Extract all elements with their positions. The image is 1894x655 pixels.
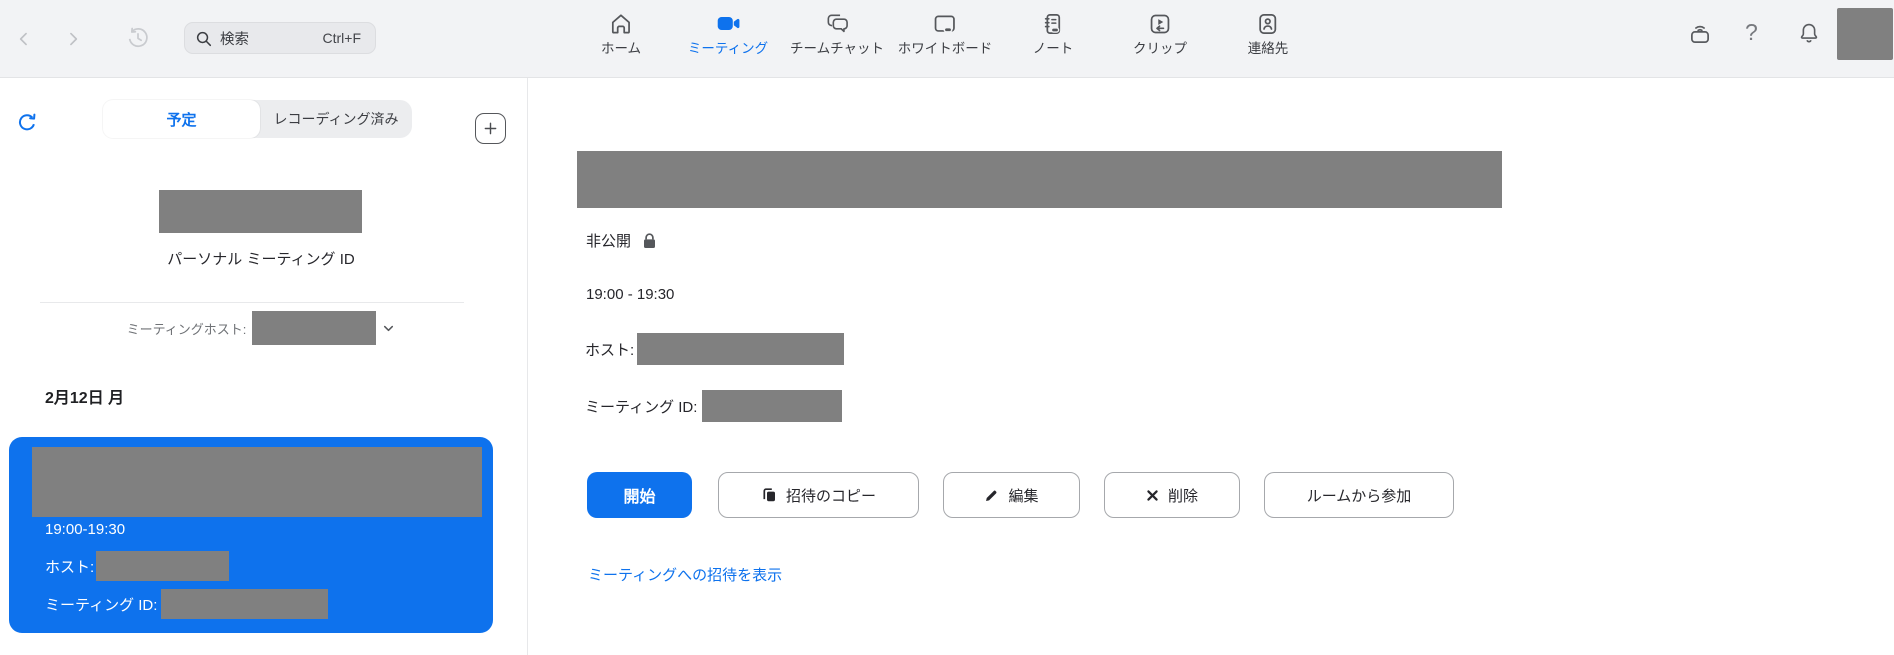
back-arrow-icon[interactable]: [14, 29, 34, 49]
host-label: ホスト:: [45, 556, 94, 577]
notes-icon: [1040, 9, 1066, 38]
meetings-sidebar: 予定 レコーディング済み パーソナル ミーティング ID ミーティングホスト: …: [0, 78, 528, 655]
search-shortcut: Ctrl+F: [323, 30, 362, 46]
video-camera-icon: [714, 9, 741, 38]
tab-meetings[interactable]: ミーティング: [688, 9, 768, 57]
whiteboard-icon: [932, 9, 958, 38]
search-input[interactable]: 検索 Ctrl+F: [184, 22, 376, 54]
meeting-detail-panel: 非公開 19:00 - 19:30 ホスト: ミーティング ID: 開始: [528, 78, 1894, 655]
chevron-down-icon: [382, 322, 395, 335]
tab-team-chat[interactable]: チームチャット: [790, 9, 884, 57]
meeting-time: 19:00-19:30: [45, 521, 125, 538]
meeting-id-label: ミーティング ID:: [585, 396, 697, 417]
redacted-personal-meeting-id: [159, 190, 362, 233]
meeting-host-filter-label: ミーティングホスト:: [127, 319, 247, 338]
top-bar: 検索 Ctrl+F ホーム ミーティング チームチャット: [0, 0, 1894, 78]
copy-invitation-label: 招待のコピー: [786, 485, 876, 506]
tab-home[interactable]: ホーム: [601, 9, 641, 57]
personal-meeting-id-label: パーソナル ミーティング ID: [0, 248, 522, 269]
tab-label: ノート: [1033, 41, 1074, 57]
redacted-meeting-title: [32, 447, 482, 517]
tab-contacts[interactable]: 連絡先: [1248, 9, 1289, 57]
meeting-host-row: ホスト:: [45, 551, 229, 581]
tab-label: 連絡先: [1248, 41, 1289, 57]
delete-button[interactable]: 削除: [1104, 472, 1240, 518]
show-meeting-invitation-link[interactable]: ミーティングへの招待を表示: [588, 564, 782, 585]
forward-arrow-icon[interactable]: [63, 29, 83, 49]
tab-label: ホワイトボード: [898, 41, 993, 57]
redacted-host-name: [252, 311, 376, 345]
meeting-host-filter[interactable]: ミーティングホスト:: [0, 311, 522, 345]
copy-invitation-button[interactable]: 招待のコピー: [718, 472, 919, 518]
privacy-row: 非公開: [586, 230, 657, 251]
avatar[interactable]: [1837, 8, 1893, 60]
delete-label: 削除: [1168, 485, 1198, 506]
tab-label: チームチャット: [790, 41, 884, 57]
redacted-host-name: [637, 333, 844, 365]
join-from-room-button[interactable]: ルームから参加: [1264, 472, 1454, 518]
tab-whiteboard[interactable]: ホワイトボード: [898, 9, 993, 57]
tab-label: ホーム: [601, 41, 641, 57]
date-header: 2月12日 月: [45, 384, 124, 408]
add-meeting-button[interactable]: [475, 113, 506, 144]
help-icon[interactable]: ?: [1745, 19, 1758, 45]
redacted-meeting-title: [577, 151, 1502, 208]
start-button-label: 開始: [623, 483, 655, 507]
meeting-id-row: ミーティング ID:: [585, 390, 842, 422]
lock-icon: [642, 232, 657, 250]
meeting-list-item[interactable]: 19:00-19:30 ホスト: ミーティング ID:: [9, 437, 493, 633]
tab-label: ミーティング: [688, 41, 768, 57]
redacted-meeting-id: [702, 390, 842, 422]
clips-icon: [1147, 9, 1173, 38]
start-button[interactable]: 開始: [587, 472, 692, 518]
tab-clips[interactable]: クリップ: [1133, 9, 1187, 57]
connect-device-icon[interactable]: [1687, 20, 1713, 46]
meeting-time-range: 19:00 - 19:30: [586, 286, 674, 303]
meeting-id-row: ミーティング ID:: [45, 589, 328, 619]
edit-label: 編集: [1008, 485, 1038, 506]
tab-scheduled[interactable]: 予定: [103, 100, 260, 138]
tab-notes[interactable]: ノート: [1033, 9, 1074, 57]
tab-label: クリップ: [1133, 41, 1187, 57]
privacy-label: 非公開: [586, 230, 631, 251]
tab-recorded[interactable]: レコーディング済み: [260, 100, 412, 138]
home-icon: [608, 9, 634, 38]
history-icon[interactable]: [125, 25, 151, 51]
x-icon: [1146, 489, 1159, 502]
sidebar-divider: [40, 302, 464, 303]
sidebar-view-switch: 予定 レコーディング済み: [103, 100, 412, 138]
contacts-icon: [1255, 9, 1281, 38]
action-buttons-row: 開始 招待のコピー 編集 削除: [528, 472, 1894, 518]
pencil-icon: [984, 488, 999, 503]
redacted-host-name: [96, 551, 229, 581]
search-icon: [195, 30, 212, 47]
meeting-id-label: ミーティング ID:: [45, 594, 157, 615]
edit-button[interactable]: 編集: [943, 472, 1080, 518]
notifications-bell-icon[interactable]: [1796, 20, 1822, 46]
refresh-icon[interactable]: [15, 111, 39, 135]
host-row: ホスト:: [585, 333, 844, 365]
host-label: ホスト:: [585, 339, 634, 360]
chat-bubbles-icon: [824, 9, 850, 38]
redacted-meeting-id: [161, 589, 328, 619]
search-placeholder: 検索: [220, 28, 249, 49]
copy-icon: [761, 487, 777, 503]
join-from-room-label: ルームから参加: [1307, 485, 1412, 506]
